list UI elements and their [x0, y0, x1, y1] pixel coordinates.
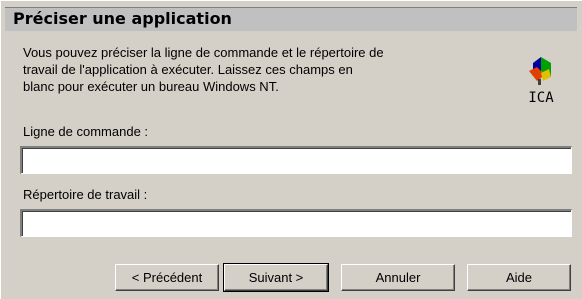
working-directory-input[interactable]	[20, 209, 572, 237]
description-line: Vous pouvez préciser la ligne de command…	[23, 45, 384, 60]
next-button[interactable]: Suivant >	[223, 263, 329, 292]
citrix-ica-icon: ICA	[521, 55, 561, 109]
logo-text: ICA	[528, 90, 554, 106]
dialog-description: Vous pouvez préciser la ligne de command…	[23, 44, 493, 95]
description-line: travail de l'application à exécuter. Lai…	[23, 62, 353, 77]
working-directory-label: Répertoire de travail :	[23, 187, 148, 202]
command-line-input[interactable]	[20, 146, 572, 174]
description-line: blanc pour exécuter un bureau Windows NT…	[23, 79, 279, 94]
specify-application-dialog: Préciser une application Vous pouvez pré…	[0, 0, 582, 299]
dialog-title: Préciser une application	[13, 9, 232, 28]
cancel-button[interactable]: Annuler	[341, 264, 455, 291]
previous-button[interactable]: < Précédent	[115, 264, 219, 291]
dialog-header: Préciser une application	[5, 7, 577, 31]
command-line-label: Ligne de commande :	[23, 124, 149, 139]
help-button[interactable]: Aide	[467, 264, 571, 291]
